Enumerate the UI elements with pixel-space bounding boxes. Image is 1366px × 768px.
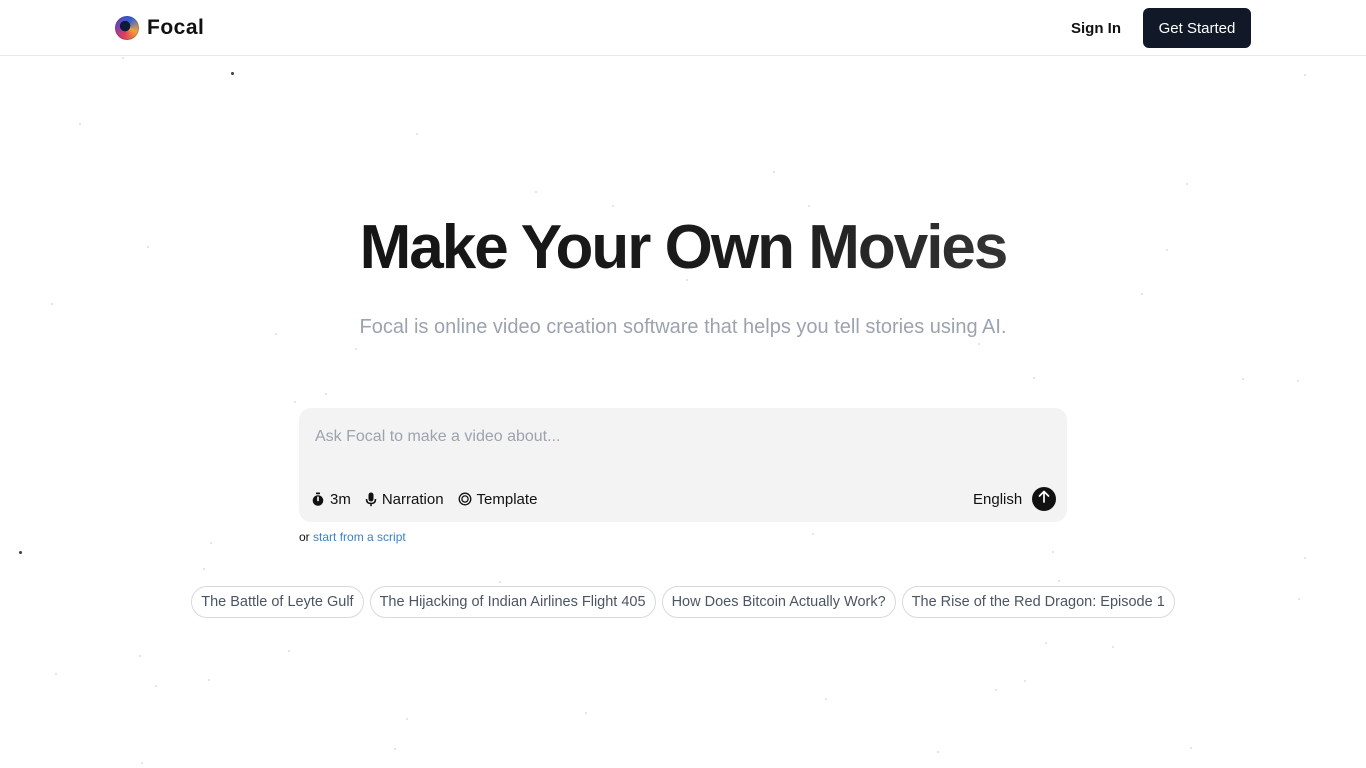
top-navbar: Focal Sign In Get Started — [0, 0, 1366, 56]
hero-title: Make Your Own Movies — [0, 210, 1366, 286]
brand-name: Focal — [147, 16, 205, 39]
template-label: Template — [476, 490, 538, 508]
script-prefix: or — [299, 530, 310, 544]
suggestion-chips: The Battle of Leyte Gulf The Hijacking o… — [0, 586, 1366, 618]
start-from-script-link[interactable]: start from a script — [313, 530, 406, 544]
suggestion-chip[interactable]: The Hijacking of Indian Airlines Flight … — [369, 586, 656, 618]
brand-link[interactable]: Focal — [115, 16, 204, 40]
focal-logo-icon — [115, 16, 139, 40]
hero-subtitle: Focal is online video creation software … — [359, 316, 1007, 338]
suggestion-chip[interactable]: How Does Bitcoin Actually Work? — [661, 586, 896, 618]
template-icon — [458, 492, 472, 506]
duration-label: 3m — [330, 490, 351, 508]
microphone-icon — [365, 492, 377, 507]
arrow-up-icon — [1038, 490, 1050, 508]
language-selector[interactable]: English — [973, 488, 1022, 510]
video-prompt-input[interactable] — [315, 424, 1035, 450]
suggestion-chip[interactable]: The Battle of Leyte Gulf — [191, 586, 364, 618]
suggestion-chip[interactable]: The Rise of the Red Dragon: Episode 1 — [901, 586, 1175, 618]
narration-option[interactable]: Narration — [365, 491, 444, 508]
template-option[interactable]: Template — [458, 490, 538, 508]
script-option-line: or start from a script — [299, 530, 406, 544]
stopwatch-icon — [311, 492, 325, 507]
duration-option[interactable]: 3m — [311, 491, 351, 508]
video-prompt-box: 3m Narration — [299, 408, 1067, 522]
get-started-button[interactable]: Get Started — [1143, 8, 1251, 48]
sign-in-button[interactable]: Sign In — [1060, 8, 1132, 48]
narration-label: Narration — [381, 490, 444, 508]
prompt-options: 3m Narration Template — [311, 488, 537, 510]
page: Focal Sign In Get Started Make Your Own … — [0, 0, 1366, 768]
submit-button[interactable] — [1032, 487, 1056, 511]
